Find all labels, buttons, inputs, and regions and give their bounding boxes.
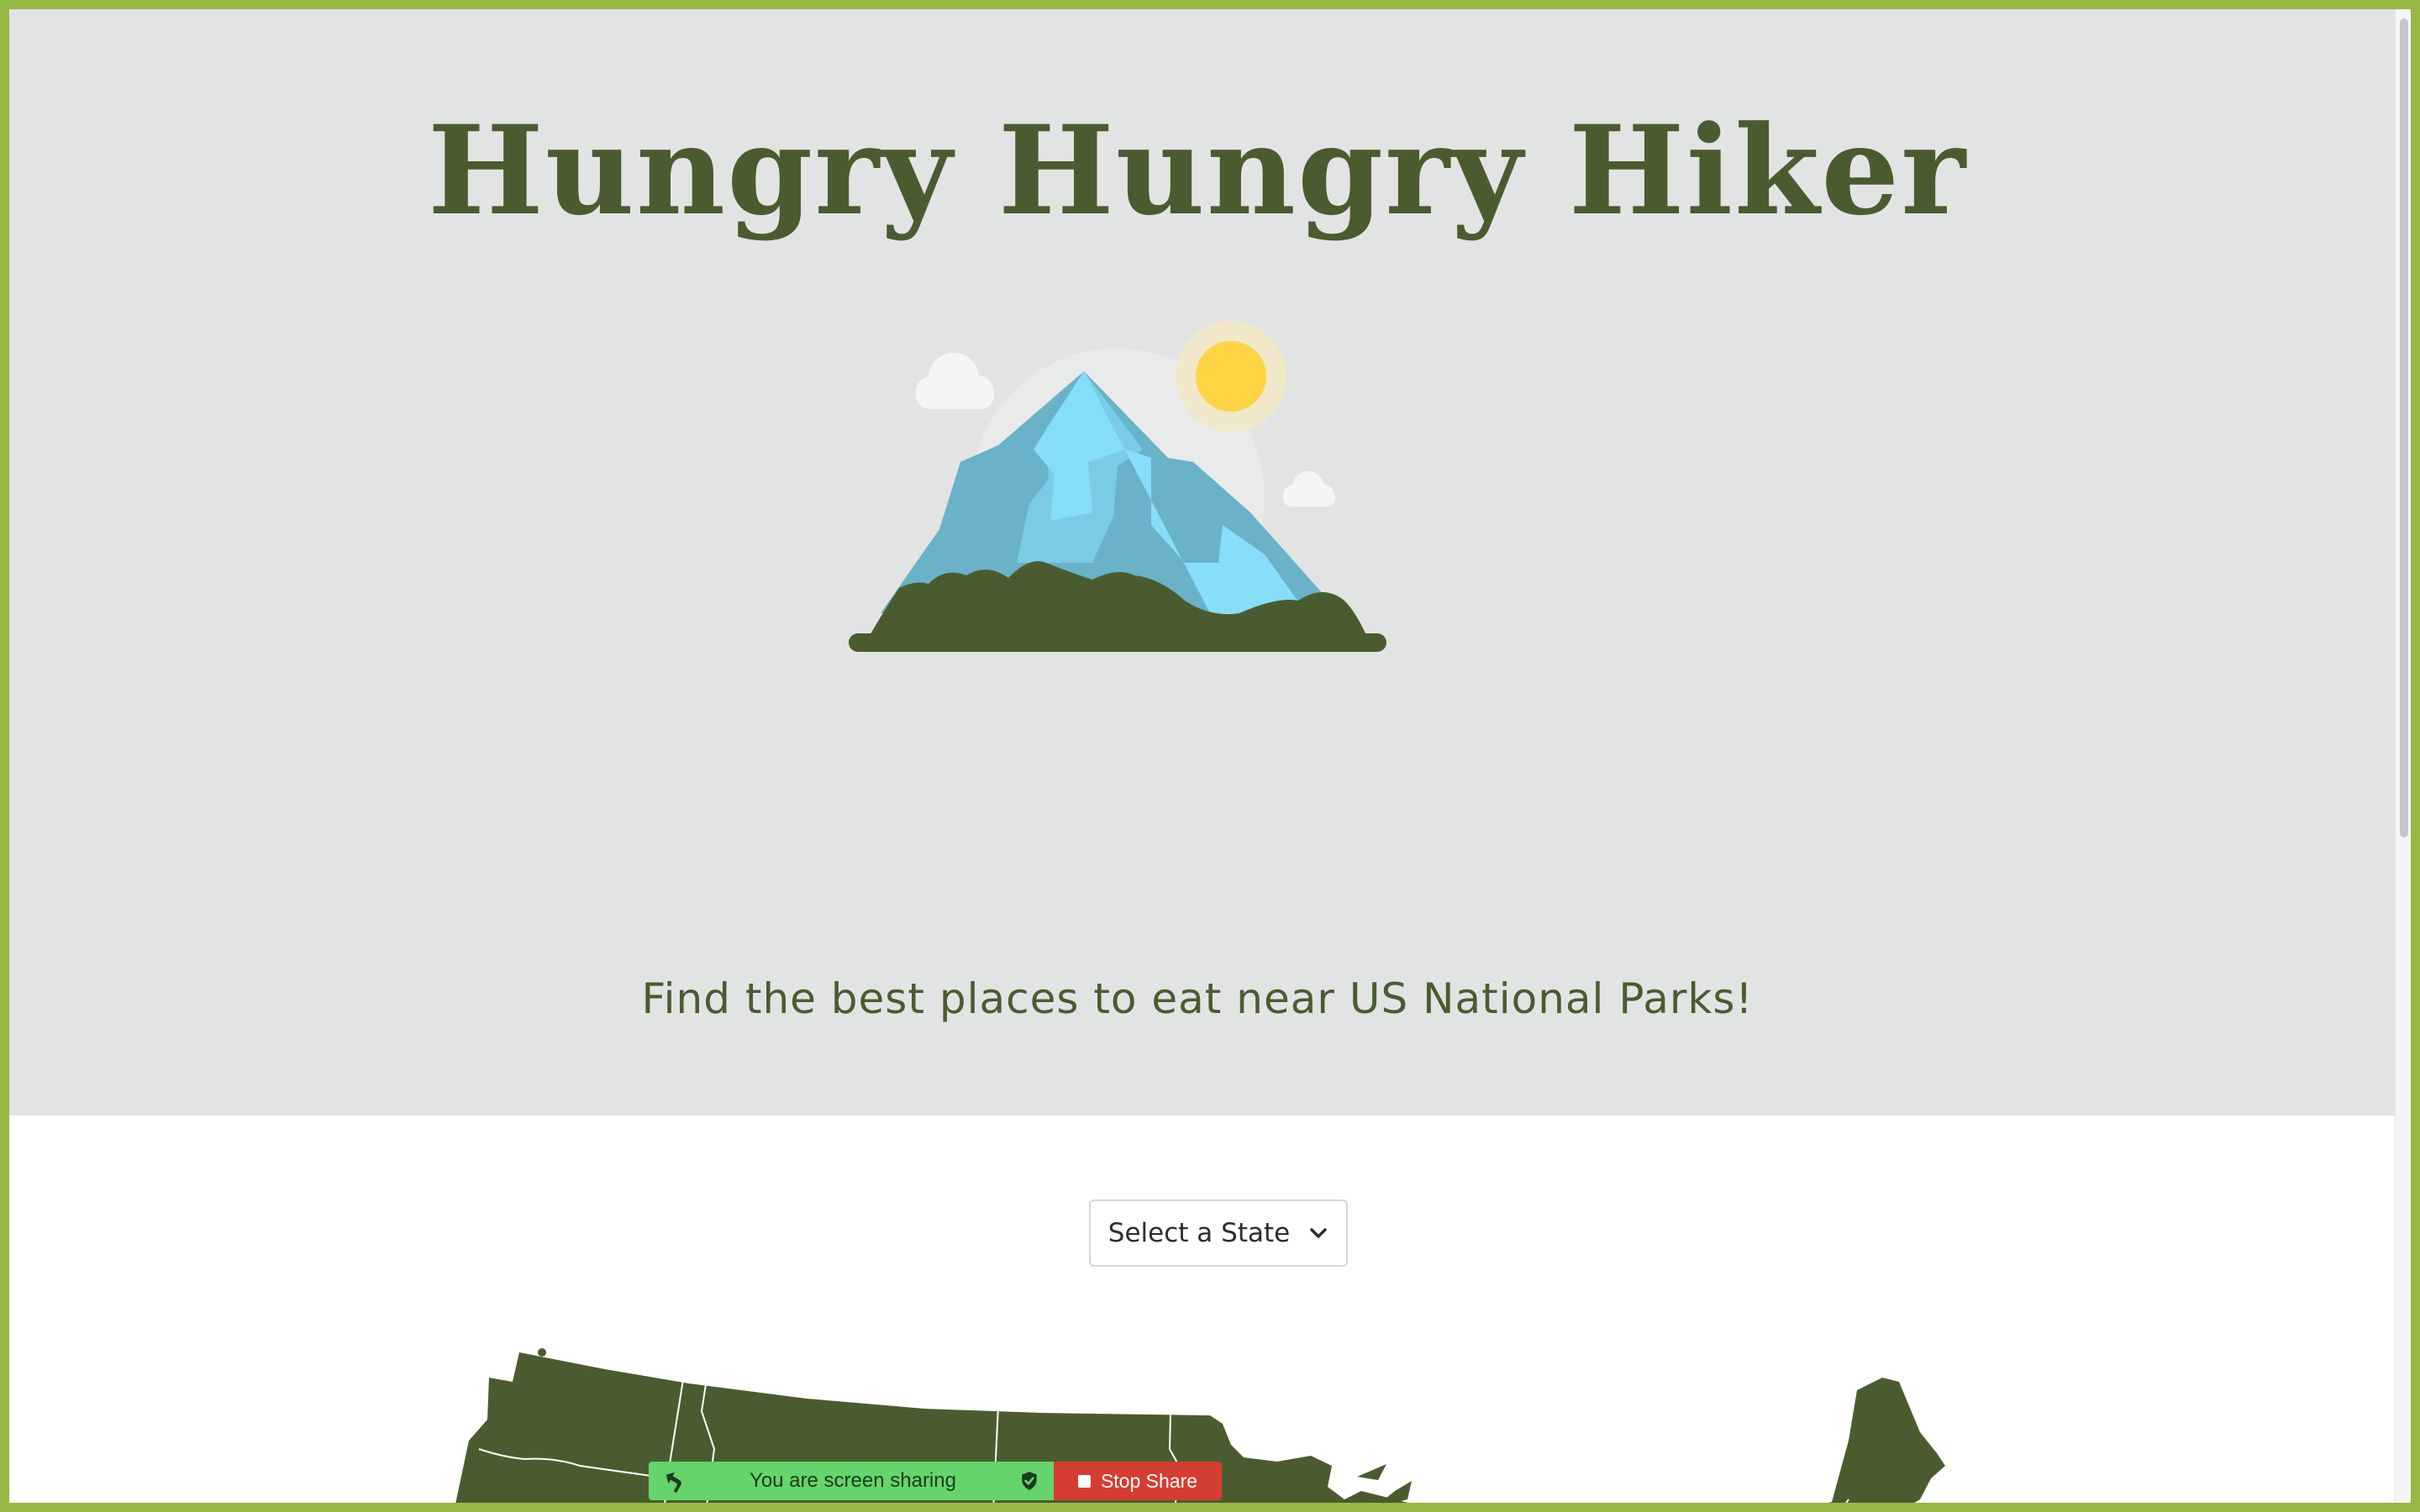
mountain-sun-icon xyxy=(849,321,1386,652)
screen-share-status: You are screen sharing xyxy=(649,1462,1054,1500)
page-title: Hungry Hungry Hiker xyxy=(427,99,1968,243)
screen-share-bar: You are screen sharing Stop Share xyxy=(649,1462,1222,1500)
screen-share-label: You are screen sharing xyxy=(750,1469,956,1492)
stop-share-label: Stop Share xyxy=(1100,1469,1198,1492)
chevron-down-icon xyxy=(1310,1228,1327,1238)
stop-icon xyxy=(1077,1474,1091,1488)
shield-check-icon xyxy=(1022,1472,1037,1490)
hero-section: Hungry Hungry Hiker Find the best places… xyxy=(0,0,2395,1116)
tagline: Find the best places to eat near US Nati… xyxy=(641,974,1754,1023)
share-arrow-icon xyxy=(666,1472,681,1494)
state-select-dropdown[interactable]: Select a State xyxy=(1089,1200,1348,1267)
state-select-label: Select a State xyxy=(1107,1218,1291,1248)
scrollbar-thumb[interactable] xyxy=(2400,18,2408,837)
stop-share-button[interactable]: Stop Share xyxy=(1054,1462,1222,1500)
